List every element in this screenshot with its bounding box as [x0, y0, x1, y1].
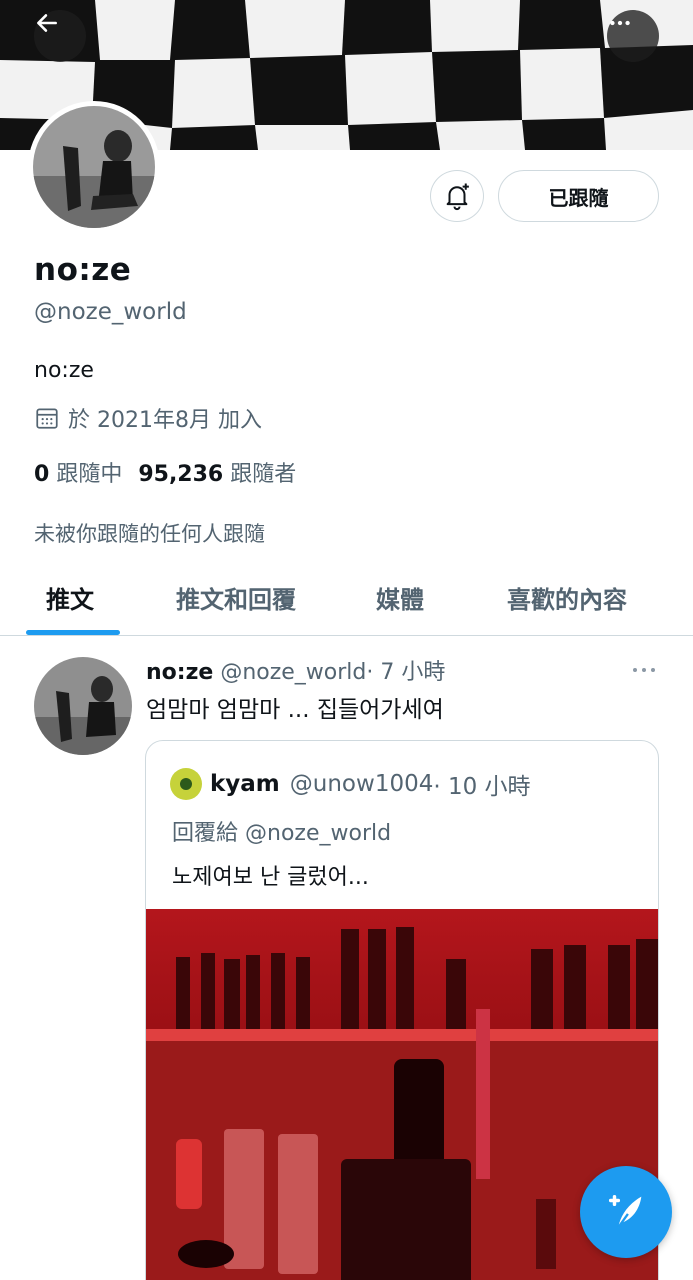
bell-plus-icon [446, 183, 469, 211]
tweet-author-handle[interactable]: @noze_world [220, 660, 366, 685]
display-name: no:ze [34, 252, 132, 288]
profile-tabs: 推文 推文和回覆 媒體 喜歡的內容 [0, 568, 693, 636]
quoted-text: 노제여보 난 글렀어... [172, 865, 369, 890]
arrow-left-icon [37, 14, 57, 32]
notifications-button[interactable] [430, 170, 484, 222]
join-date-text: 於 2021年8月 加入 [68, 408, 262, 433]
tweet-avatar[interactable] [34, 657, 132, 755]
tweet-text: 엄맘마 엄맘마 ... 집들어가세여 [146, 697, 444, 723]
tab-media[interactable]: 媒體 [376, 580, 424, 615]
tweet-header: no:ze @noze_world· 7 小時 [146, 654, 445, 686]
more-horizontal-icon [610, 20, 630, 26]
quoted-time: · 10 小時 [433, 774, 531, 800]
tweet-time[interactable]: · 7 小時 [366, 660, 445, 685]
calendar-icon [36, 408, 58, 429]
tweet-more-button[interactable] [630, 660, 658, 684]
reply-mention[interactable]: @noze_world [245, 821, 391, 846]
more-horizontal-icon [633, 668, 655, 672]
following-button[interactable]: 已跟隨 [498, 170, 659, 222]
profile-bio: no:ze [34, 358, 94, 383]
profile-avatar[interactable] [28, 101, 160, 233]
more-options-button[interactable] [607, 10, 659, 62]
reply-context: 回覆給 @noze_world [172, 821, 392, 846]
tweet-author-name[interactable]: no:ze [146, 660, 213, 685]
tab-tweets[interactable]: 推文 [46, 580, 94, 615]
quoted-avatar [170, 768, 202, 800]
tab-likes[interactable]: 喜歡的內容 [507, 580, 627, 615]
quoted-author-name: kyam [210, 771, 280, 797]
followers-link[interactable]: 95,236 跟隨者 [138, 456, 296, 488]
profile-handle: @noze_world [34, 299, 187, 325]
active-tab-indicator [26, 630, 120, 635]
quoted-tweet-header: kyam @unow1004 · 10 小時 [170, 767, 531, 801]
join-date: 於 2021年8月 加入 [34, 402, 262, 434]
followed-by-text: 未被你跟隨的任何人跟隨 [34, 522, 265, 546]
back-button[interactable] [34, 10, 86, 62]
follow-stats: 0 跟隨中 95,236 跟隨者 [34, 456, 296, 488]
following-link[interactable]: 0 跟隨中 [34, 456, 122, 488]
tab-tweets-replies[interactable]: 推文和回覆 [176, 580, 296, 615]
quoted-author-handle: @unow1004 [289, 771, 434, 797]
compose-feather-icon [608, 1194, 642, 1229]
compose-tweet-button[interactable] [580, 1166, 672, 1258]
